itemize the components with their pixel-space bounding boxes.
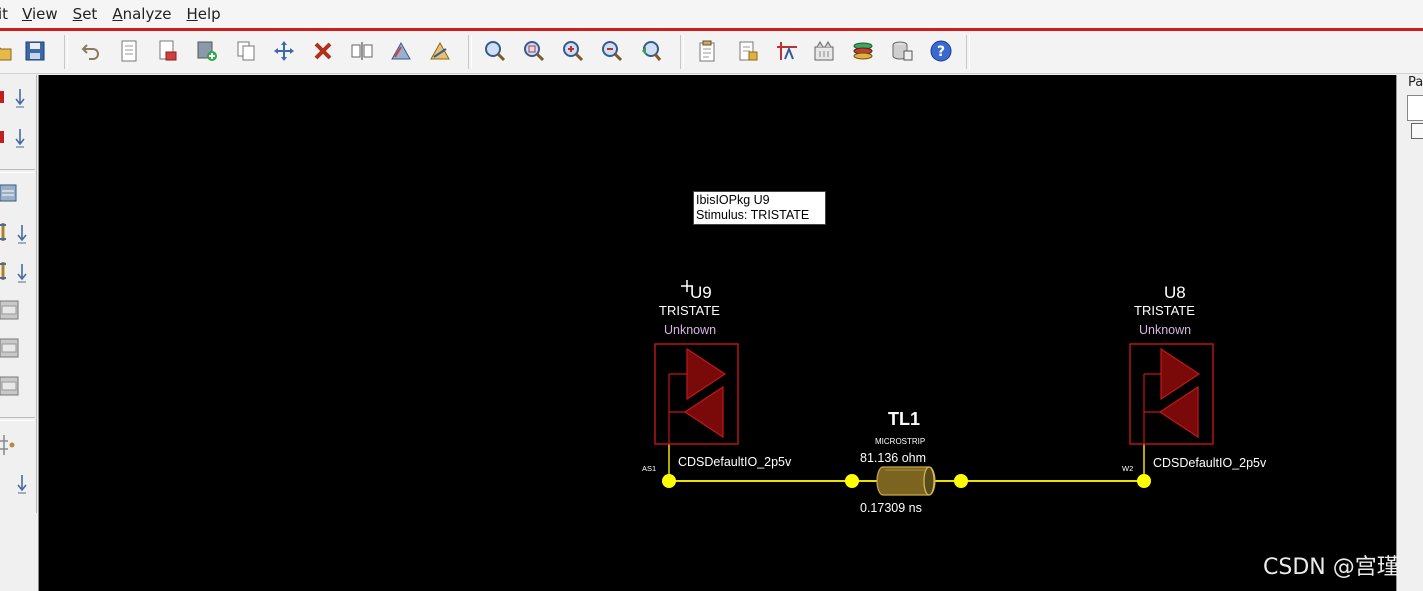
palette-component[interactable] (0, 471, 36, 501)
tl1-type: MICROSTRIP (875, 437, 925, 446)
u8-state: Unknown (1139, 323, 1191, 337)
node-u9[interactable] (662, 474, 676, 488)
tline-icon (0, 262, 27, 283)
package-icon (0, 184, 17, 202)
tooltip-line-2: Stimulus: TRISTATE (696, 208, 810, 222)
move-icon[interactable] (269, 36, 299, 66)
palette-separator (0, 169, 35, 173)
parameters-panel: Pa (1396, 75, 1423, 591)
toolbar: ? (0, 31, 1423, 74)
svg-text:?: ? (937, 44, 945, 60)
component-icon (0, 435, 15, 455)
zoom-out-icon[interactable] (597, 36, 627, 66)
u9-mode: TRISTATE (659, 303, 720, 318)
palette-connector[interactable] (0, 373, 36, 403)
ibis-io-icon (0, 89, 25, 108)
erase-icon[interactable] (152, 36, 182, 66)
connector-icon (0, 376, 19, 396)
palette-ibis-io[interactable] (0, 85, 36, 115)
arrow-down-icon (17, 475, 27, 494)
toolbar-separator (680, 35, 684, 69)
menu-edit[interactable]: it (0, 0, 8, 28)
palette-separator (0, 417, 35, 421)
palette-ibis-io[interactable] (0, 125, 36, 155)
stack-icon[interactable] (848, 36, 878, 66)
u8-model: CDSDefaultIO_2p5v (1153, 456, 1267, 470)
zoom-fit-icon[interactable] (480, 36, 510, 66)
schematic-canvas[interactable]: U9 TRISTATE Unknown CDSDefaultIO_2p5v AS… (38, 75, 1396, 591)
menu-view[interactable]: View (22, 0, 58, 28)
tline-icon (0, 223, 27, 244)
tl1-impedance: 81.136 ohm (860, 451, 926, 465)
menu-help[interactable]: Help (186, 0, 220, 28)
palette-connector[interactable] (0, 297, 36, 327)
open-icon[interactable] (0, 36, 16, 66)
save-icon[interactable] (20, 36, 50, 66)
menu-bar: it View Set Analyze Help (0, 0, 1423, 28)
menu-set[interactable]: Set (73, 0, 98, 28)
add-icon[interactable] (192, 36, 222, 66)
connector-icon (0, 338, 19, 358)
new-icon[interactable] (114, 36, 144, 66)
toolbar-separator (468, 35, 472, 69)
component-tooltip: IbisIOPkg U9 Stimulus: TRISTATE (693, 191, 826, 225)
node-u8[interactable] (1137, 474, 1151, 488)
palette-tline[interactable] (0, 258, 36, 288)
flip-icon[interactable] (425, 36, 455, 66)
u9-buffer[interactable] (654, 343, 739, 445)
toolbar-separator (966, 35, 970, 69)
u9-state: Unknown (664, 323, 716, 337)
palette-package[interactable] (0, 179, 36, 209)
u9-ref: U9 (690, 283, 712, 302)
palette-connector[interactable] (0, 335, 36, 365)
help-icon[interactable]: ? (926, 36, 956, 66)
copy-icon[interactable] (231, 36, 261, 66)
properties-icon[interactable] (733, 36, 763, 66)
node-tl1-a[interactable] (845, 474, 859, 488)
zoom-in-icon[interactable] (558, 36, 588, 66)
tooltip-line-1: IbisIOPkg U9 (696, 193, 770, 207)
zoom-previous-icon[interactable] (636, 36, 666, 66)
toolbar-separator (64, 35, 68, 69)
u8-pin: W2 (1122, 464, 1133, 473)
u9-model: CDSDefaultIO_2p5v (678, 455, 792, 469)
palette-component[interactable] (0, 431, 36, 461)
u9-pin: AS1 (642, 464, 656, 473)
ibis-io-icon (0, 129, 25, 148)
palette-tline[interactable] (0, 219, 36, 249)
expand-toggle[interactable] (1411, 123, 1423, 139)
mirror-icon[interactable] (347, 36, 377, 66)
zoom-area-icon[interactable] (519, 36, 549, 66)
tl1-delay: 0.17309 ns (860, 501, 922, 515)
connector-icon (0, 300, 19, 320)
tl1-transmission-line[interactable] (851, 466, 961, 496)
u8-ref: U8 (1164, 283, 1186, 302)
menu-analyze[interactable]: Analyze (112, 0, 171, 28)
component-palette (0, 75, 37, 513)
library-icon[interactable] (809, 36, 839, 66)
rotate-icon[interactable] (386, 36, 416, 66)
delete-icon[interactable] (308, 36, 338, 66)
u8-buffer[interactable] (1129, 343, 1214, 445)
measure-icon[interactable] (772, 36, 802, 66)
panel-field[interactable] (1407, 95, 1423, 121)
database-icon[interactable] (887, 36, 917, 66)
undo-icon[interactable] (76, 36, 106, 66)
u8-mode: TRISTATE (1134, 303, 1195, 318)
parameters-icon[interactable] (692, 36, 722, 66)
node-tl1-b[interactable] (954, 474, 968, 488)
watermark: CSDN @宫瑾 (1263, 555, 1399, 580)
tl1-ref: TL1 (888, 409, 920, 429)
parameters-panel-tab[interactable]: Pa (1408, 75, 1423, 90)
